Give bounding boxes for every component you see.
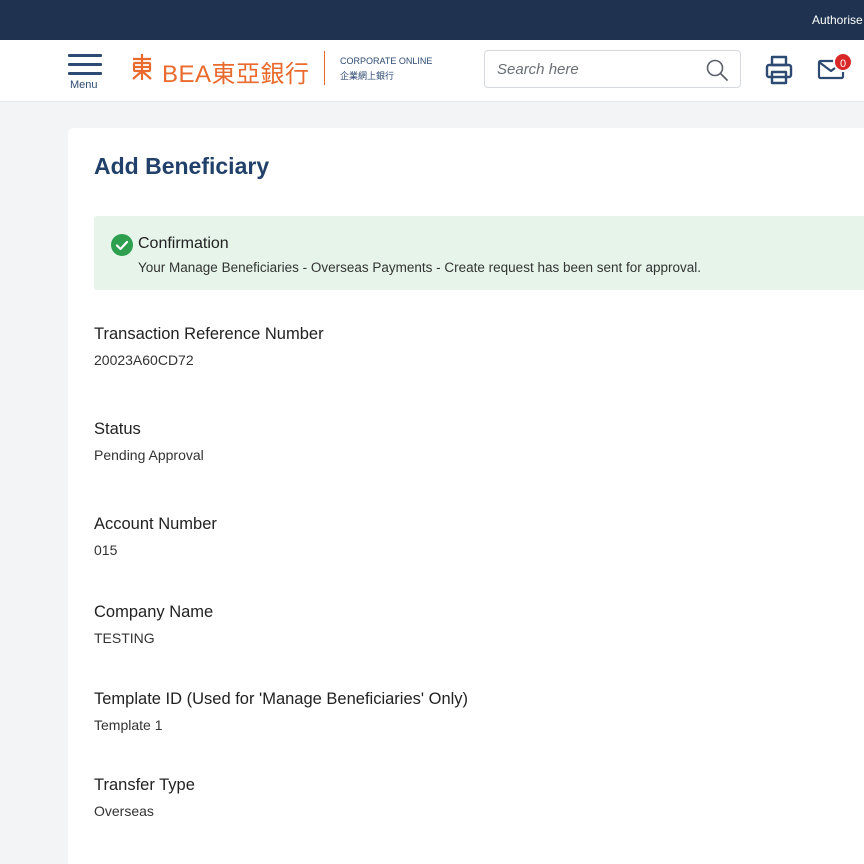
alert-message: Your Manage Beneficiaries - Overseas Pay…	[138, 260, 702, 275]
main-card: Add Beneficiary Confirmation Your Manage…	[68, 128, 864, 864]
field-value: Overseas	[94, 803, 154, 819]
confirmation-alert: Confirmation Your Manage Beneficiaries -…	[94, 216, 864, 290]
authorise-link[interactable]: Authorise	[812, 13, 863, 27]
field-label: Template ID (Used for 'Manage Beneficiar…	[94, 690, 469, 708]
field-value: Pending Approval	[94, 447, 204, 463]
menu-icon-bar	[68, 63, 102, 66]
logo-corporate-online-zh: 企業網上銀行	[340, 71, 395, 81]
field-company-name: Company Name TESTING	[94, 602, 213, 647]
menu-icon-bar	[68, 72, 102, 75]
header: Menu BEA東亞銀行 CORPORATE ONLINE 企業網上銀行 Sea…	[0, 40, 864, 102]
field-template-id: Template ID (Used for 'Manage Beneficiar…	[94, 689, 468, 734]
field-label: Status	[94, 420, 141, 438]
search-icon[interactable]	[705, 58, 729, 82]
bea-emblem-icon	[132, 54, 152, 80]
logo-bea-text: BEA東亞銀行	[162, 61, 310, 88]
field-label: Transfer Type	[94, 776, 195, 794]
logo-corporate-online: CORPORATE ONLINE	[340, 56, 433, 66]
field-account-number: Account Number 015	[94, 514, 217, 559]
menu-icon	[68, 54, 102, 57]
top-bar: Authorise	[0, 0, 864, 40]
alert-title: Confirmation	[138, 235, 229, 252]
field-value: Template 1	[94, 717, 163, 733]
field-label: Account Number	[94, 515, 217, 533]
search-input[interactable]	[497, 59, 697, 79]
check-circle-icon	[111, 234, 133, 256]
field-value: 20023A60CD72	[94, 352, 194, 368]
printer-icon[interactable]	[765, 55, 793, 85]
field-transfer-type: Transfer Type Overseas	[94, 775, 195, 820]
search-box	[484, 50, 741, 88]
logo-divider	[324, 51, 325, 85]
field-value: 015	[94, 542, 118, 558]
field-value: TESTING	[94, 630, 155, 646]
mail-count-badge: 0	[833, 52, 853, 72]
field-transaction-reference: Transaction Reference Number 20023A60CD7…	[94, 324, 324, 369]
field-status: Status Pending Approval	[94, 419, 204, 464]
menu-label: Menu	[70, 79, 98, 91]
field-label: Company Name	[94, 603, 214, 621]
field-label: Transaction Reference Number	[94, 325, 324, 343]
menu-button[interactable]: Menu	[66, 53, 106, 93]
page-title: Add Beneficiary	[94, 153, 270, 179]
